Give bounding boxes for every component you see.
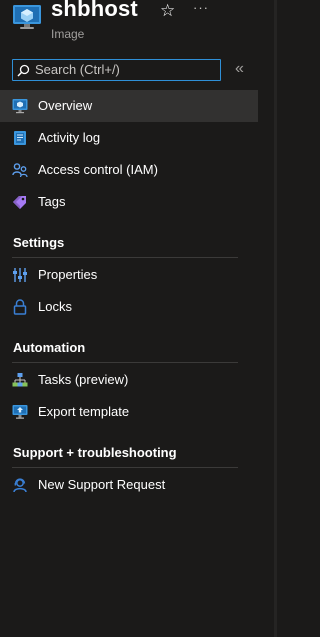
menu-item-tags[interactable]: Tags	[0, 186, 258, 218]
collapse-menu-button[interactable]: «	[235, 60, 244, 78]
overview-icon	[12, 99, 28, 114]
menu-item-access-control[interactable]: Access control (IAM)	[0, 154, 258, 186]
section-header-automation: Automation	[13, 340, 86, 355]
menu-item-label: Export template	[38, 404, 130, 419]
activity-log-icon	[14, 131, 26, 145]
iam-people-icon	[12, 163, 28, 178]
favorite-star-icon[interactable]: ☆	[160, 1, 175, 21]
support-person-icon	[13, 478, 27, 493]
menu-item-export-template[interactable]: Export template	[0, 396, 258, 428]
vm-image-icon	[13, 5, 41, 29]
lock-icon	[13, 299, 27, 315]
section-divider	[12, 467, 238, 468]
resource-header: shbhost ☆ ··· Image	[0, 0, 277, 50]
menu-item-locks[interactable]: Locks	[0, 291, 258, 323]
more-options-button[interactable]: ···	[193, 0, 209, 15]
export-template-icon	[12, 405, 28, 419]
properties-sliders-icon	[13, 268, 27, 282]
search-input[interactable]	[35, 61, 215, 77]
search-icon	[17, 64, 30, 77]
section-divider	[12, 257, 238, 258]
menu-item-label: Activity log	[38, 130, 101, 145]
tasks-hierarchy-icon	[12, 373, 28, 387]
menu-item-label: Properties	[38, 267, 98, 282]
menu-item-overview[interactable]: Overview	[0, 90, 258, 122]
menu-item-label: Overview	[38, 98, 93, 113]
menu-item-properties[interactable]: Properties	[0, 259, 258, 291]
section-header-support: Support + troubleshooting	[13, 445, 177, 460]
menu-item-label: Tasks (preview)	[38, 372, 129, 387]
menu-item-new-support-request[interactable]: New Support Request	[0, 469, 258, 501]
search-box[interactable]	[12, 59, 221, 81]
menu-item-label: Tags	[38, 194, 66, 209]
section-divider	[12, 362, 238, 363]
menu-item-label: Access control (IAM)	[38, 162, 158, 177]
page-title: shbhost	[51, 0, 138, 21]
section-header-settings: Settings	[13, 235, 65, 250]
menu-item-activity-log[interactable]: Activity log	[0, 122, 258, 154]
menu-item-label: New Support Request	[38, 477, 166, 492]
tag-icon	[13, 196, 26, 209]
menu-item-label: Locks	[38, 299, 72, 314]
panel-edge	[274, 0, 277, 637]
resource-type-subtitle: Image	[51, 27, 85, 41]
menu-item-tasks[interactable]: Tasks (preview)	[0, 364, 258, 396]
